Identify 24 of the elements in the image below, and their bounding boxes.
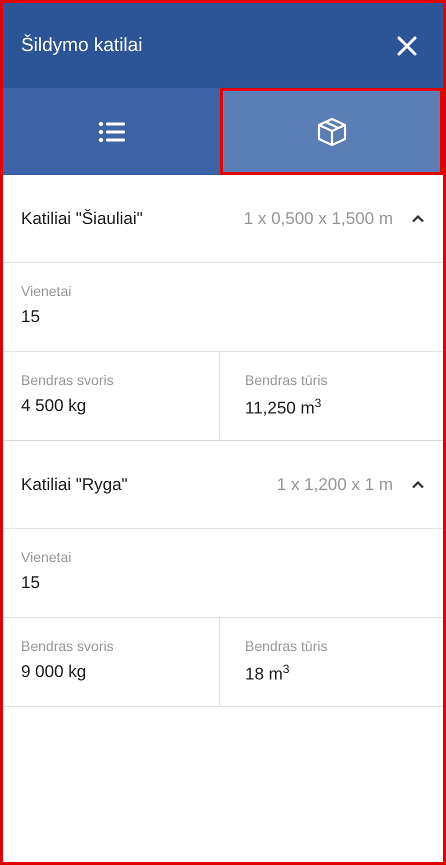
dimensions-text: 1 x 0,500 x 1,500 m	[244, 208, 393, 228]
group-title: Katiliai "Ryga"	[21, 474, 129, 494]
list-icon	[98, 120, 126, 142]
group-header[interactable]: Katiliai "Ryga" 1 x 1,200 x 1 m	[3, 440, 443, 529]
field-value: 11,250 m$^{3}$	[245, 396, 322, 419]
window-title: Šildymo katilai	[21, 34, 142, 56]
tab[interactable]	[3, 88, 220, 175]
box-icon	[316, 116, 348, 148]
close-button[interactable]	[397, 36, 417, 56]
field-label: Bendras svoris	[21, 638, 115, 654]
field-label: Bendras tūris	[245, 638, 328, 654]
field-label: Vienetai	[21, 283, 72, 299]
field-label: Vienetai	[21, 549, 72, 565]
field-value: 18 m$^{3}$	[245, 662, 290, 685]
field-value: 4 500 kg	[21, 396, 88, 416]
tab[interactable]	[220, 88, 443, 175]
group-header[interactable]: Katiliai "Šiauliai" 1 x 0,500 x 1,500 m	[3, 174, 443, 263]
field-value: 15	[21, 573, 41, 593]
field-value: 9 000 kg	[21, 662, 88, 682]
field-label: Bendras svoris	[21, 372, 115, 388]
field-value: 15	[21, 307, 41, 327]
dimensions-text: 1 x 1,200 x 1 m	[276, 474, 393, 494]
field-label: Bendras tūris	[245, 372, 328, 388]
group-title: Katiliai "Šiauliai"	[21, 208, 144, 228]
